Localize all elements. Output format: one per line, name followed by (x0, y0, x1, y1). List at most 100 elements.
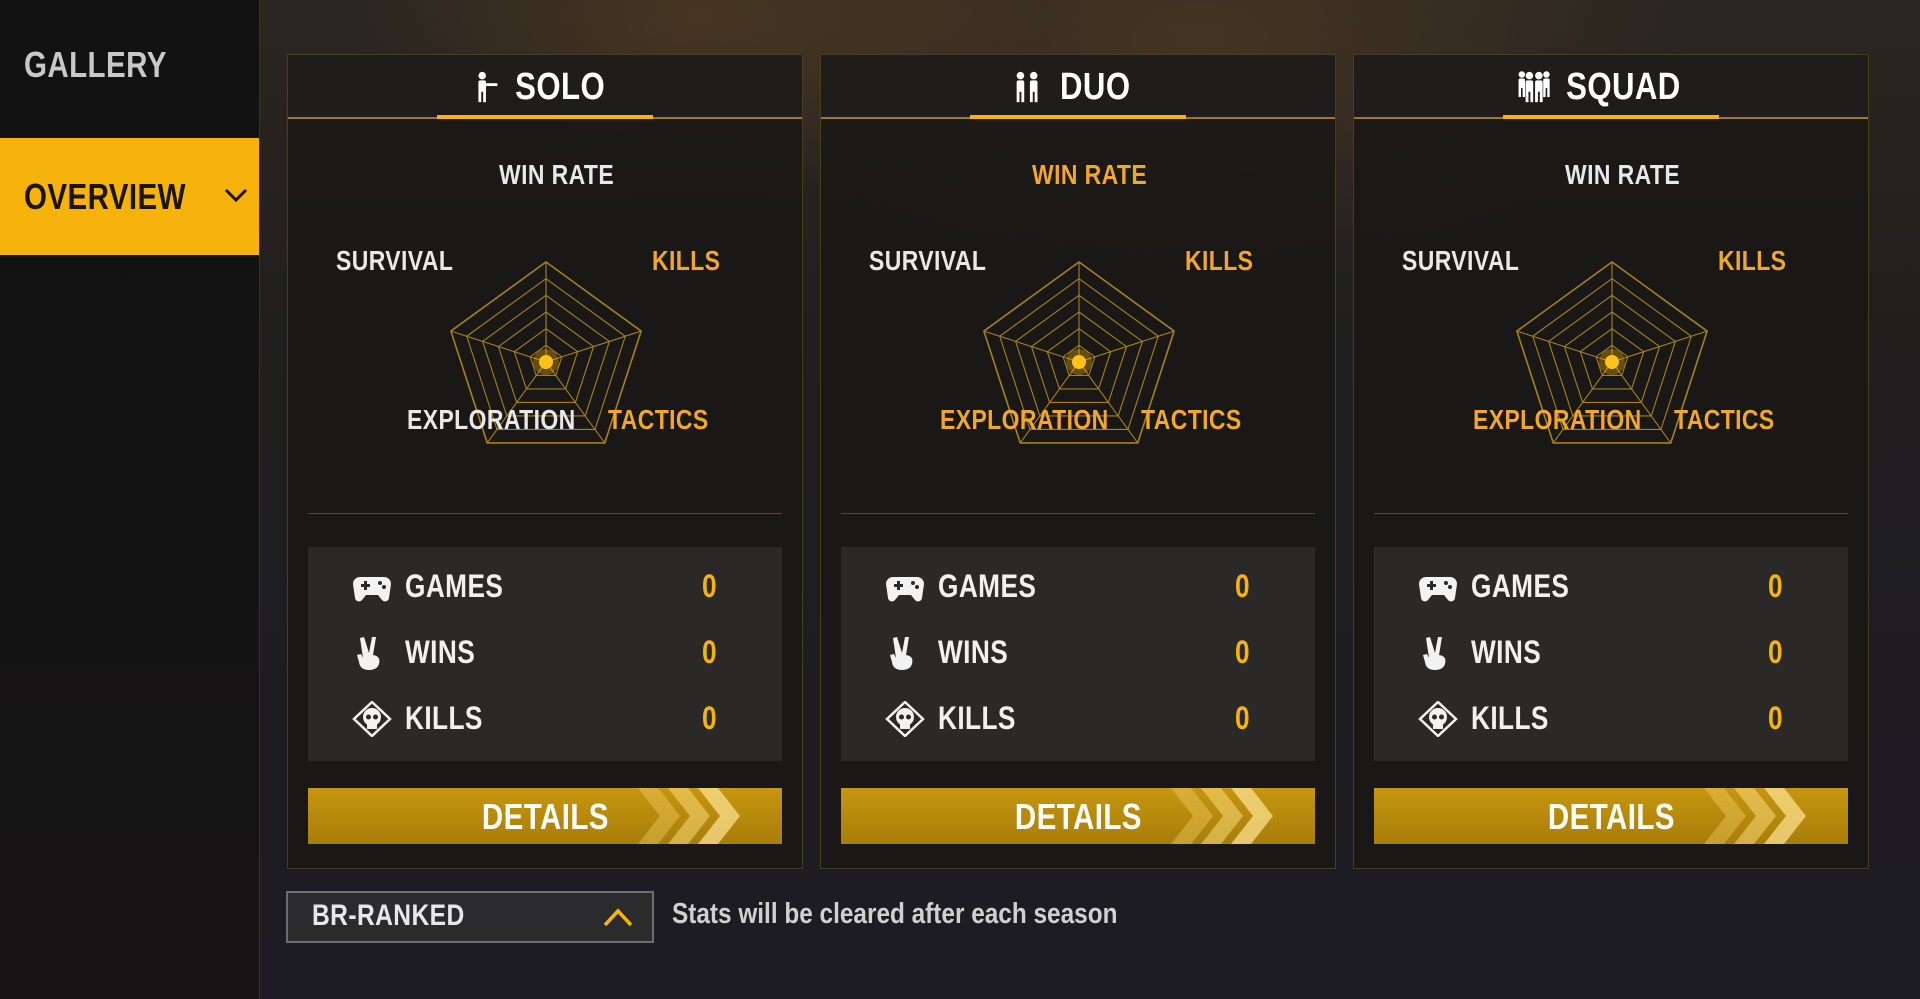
chevron-up-icon (603, 908, 633, 927)
stat-label: WINS (405, 634, 476, 670)
victory-hand-icon (890, 637, 913, 670)
stat-label: KILLS (1471, 700, 1549, 736)
stat-value: 0 (702, 700, 718, 736)
mode-select-value: BR-RANKED (312, 899, 465, 932)
radar-axis (450, 330, 547, 363)
radar-center-dot (539, 355, 553, 369)
stat-row-games: GAMES 0 (1374, 562, 1848, 612)
mode-panel-solo: SOLO WIN RATE KILLS SURVIVAL EXPLORATION TACT… (287, 54, 803, 869)
radar-label-tactics: TACTICS (1141, 404, 1242, 435)
radar-label-tactics: TACTICS (608, 404, 709, 435)
mode-title: DUO (1060, 65, 1131, 108)
sidebar-item-overview[interactable]: OVERVIEW (0, 138, 259, 255)
duo-players-icon (1016, 71, 1038, 103)
sidebar-item-label: OVERVIEW (24, 175, 186, 217)
stat-label: GAMES (1471, 568, 1570, 604)
stat-value: 0 (1235, 634, 1251, 670)
mode-title: SQUAD (1566, 65, 1681, 108)
stats-box: GAMES 0 WINS 0 KILLS 0 (1374, 547, 1848, 761)
stat-value: 0 (1235, 568, 1251, 604)
stat-row-wins: WINS 0 (841, 628, 1315, 678)
radar-axis (983, 330, 1080, 363)
stat-label: GAMES (405, 568, 504, 604)
radar-label-exploration: EXPLORATION (940, 404, 1109, 435)
radar-label-exploration: EXPLORATION (407, 404, 576, 435)
gamepad-icon (886, 577, 924, 602)
radar-label-survival: SURVIVAL (869, 245, 987, 276)
radar-label-survival: SURVIVAL (1402, 245, 1520, 276)
victory-hand-icon (1423, 637, 1446, 670)
details-label: DETAILS (308, 796, 782, 838)
stats-box: GAMES 0 WINS 0 KILLS 0 (308, 547, 782, 761)
radar-label-win-rate: WIN RATE (499, 159, 615, 190)
radar-label-survival: SURVIVAL (336, 245, 454, 276)
panel-tab[interactable]: DUO (1010, 63, 1146, 111)
panel-header[interactable]: SOLO (288, 55, 802, 119)
details-button[interactable]: DETAILS (308, 788, 782, 844)
radar-axis (1516, 330, 1613, 363)
stat-row-games: GAMES 0 (308, 562, 782, 612)
stat-label: GAMES (938, 568, 1037, 604)
stat-value: 0 (1235, 700, 1251, 736)
details-button[interactable]: DETAILS (1374, 788, 1848, 844)
radar-label-tactics: TACTICS (1674, 404, 1775, 435)
skull-icon (1418, 701, 1458, 737)
stat-row-games: GAMES 0 (841, 562, 1315, 612)
stat-row-wins: WINS 0 (1374, 628, 1848, 678)
panel-tab[interactable]: SOLO (465, 63, 625, 111)
stat-value: 0 (702, 568, 718, 604)
season-note: Stats will be cleared after each season (672, 898, 1118, 930)
details-text: DETAILS (1014, 796, 1142, 837)
panel-header[interactable]: DUO (821, 55, 1335, 119)
divider (1374, 513, 1848, 514)
mode-panel-duo: DUO WIN RATE KILLS SURVIVAL EXPLORATION TACTI… (820, 54, 1336, 869)
radar-center-dot (1072, 355, 1086, 369)
radar-center-dot (1605, 355, 1619, 369)
details-button[interactable]: DETAILS (841, 788, 1315, 844)
stat-label: KILLS (405, 700, 483, 736)
radar-label-kills: KILLS (652, 245, 721, 276)
stat-value: 0 (1768, 700, 1784, 736)
squad-players-icon (1518, 71, 1550, 103)
stat-label: KILLS (938, 700, 1016, 736)
chevron-down-icon (224, 188, 248, 203)
skull-icon (352, 701, 392, 737)
radar-label-win-rate: WIN RATE (1032, 159, 1148, 190)
solo-player-icon (478, 71, 498, 103)
sidebar-item-label: GALLERY (24, 44, 167, 85)
details-label: DETAILS (841, 796, 1315, 838)
stats-box: GAMES 0 WINS 0 KILLS 0 (841, 547, 1315, 761)
details-label: DETAILS (1374, 796, 1848, 838)
divider (308, 513, 782, 514)
stat-row-wins: WINS 0 (308, 628, 782, 678)
stat-row-kills: KILLS 0 (308, 694, 782, 744)
panel-tab[interactable]: SQUAD (1516, 63, 1706, 111)
skull-icon (885, 701, 925, 737)
stat-row-kills: KILLS 0 (1374, 694, 1848, 744)
stat-value: 0 (1768, 634, 1784, 670)
sidebar-item-gallery[interactable]: GALLERY (0, 6, 259, 124)
radar-label-kills: KILLS (1718, 245, 1787, 276)
divider (841, 513, 1315, 514)
victory-hand-icon (357, 637, 380, 670)
radar-label-kills: KILLS (1185, 245, 1254, 276)
gamepad-icon (1419, 577, 1457, 602)
stat-row-kills: KILLS 0 (841, 694, 1315, 744)
panel-header[interactable]: SQUAD (1354, 55, 1868, 119)
mode-select-dropdown[interactable]: BR-RANKED (286, 891, 654, 943)
gamepad-icon (353, 577, 391, 602)
stat-value: 0 (1768, 568, 1784, 604)
radar-axis (1078, 330, 1175, 363)
radar-label-win-rate: WIN RATE (1565, 159, 1681, 190)
mode-title: SOLO (515, 65, 606, 108)
sidebar: GALLERY OVERVIEW (0, 0, 260, 999)
details-text: DETAILS (481, 796, 609, 837)
mode-panel-squad: SQUAD WIN RATE KILLS SURVIVAL EXPLORATION TAC… (1353, 54, 1869, 869)
stat-value: 0 (702, 634, 718, 670)
stat-label: WINS (938, 634, 1009, 670)
details-text: DETAILS (1547, 796, 1675, 837)
stat-label: WINS (1471, 634, 1542, 670)
radar-label-exploration: EXPLORATION (1473, 404, 1642, 435)
radar-axis (1611, 330, 1708, 363)
radar-axis (545, 330, 642, 363)
